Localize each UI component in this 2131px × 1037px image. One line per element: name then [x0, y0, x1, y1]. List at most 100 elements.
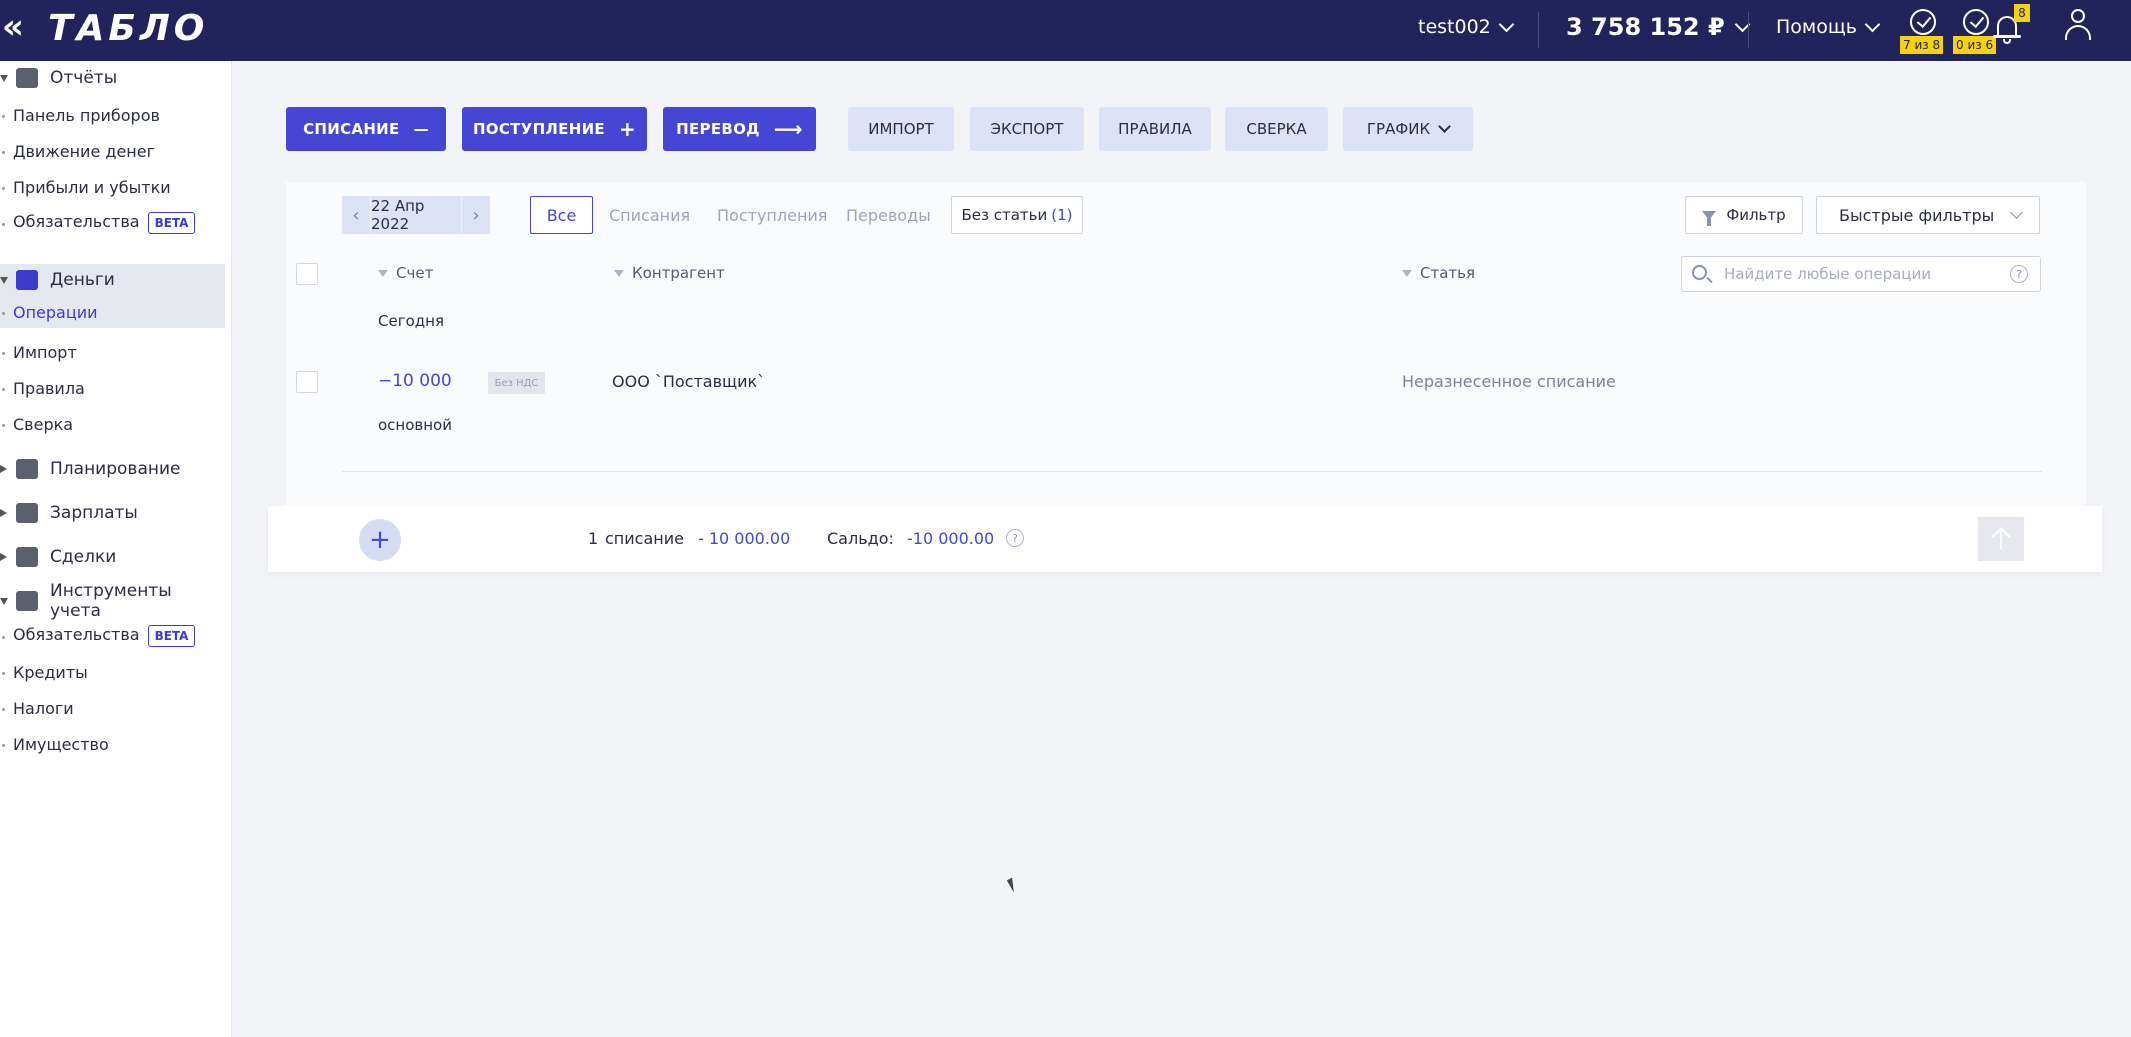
notifications-button[interactable]: 8 — [1990, 4, 2030, 50]
footer-saldo: -10 000.00 — [907, 529, 995, 548]
sidebar-group-reports[interactable]: Отчёты — [0, 64, 225, 92]
row-divider — [342, 471, 2042, 472]
server-icon — [16, 591, 38, 611]
profile-icon[interactable] — [2065, 8, 2091, 40]
footer-count: 1 — [588, 529, 599, 548]
sidebar-item-pnl[interactable]: Прибыли и убытки — [0, 173, 225, 201]
planning-icon — [16, 459, 38, 479]
tasks-count-badge: 7 из 8 — [1900, 36, 1944, 54]
sidebar-item-taxes[interactable]: Налоги — [0, 694, 225, 722]
filter-incomes-tab[interactable]: Поступления — [717, 196, 827, 234]
employee-badge-icon — [16, 503, 38, 523]
import-button[interactable]: ИМПОРТ — [848, 107, 954, 151]
sidebar-group-label: Деньги — [50, 270, 115, 290]
sidebar-item-cashflow[interactable]: Движение денег — [0, 137, 225, 165]
operation-account: основной — [378, 416, 452, 434]
rules-button[interactable]: ПРАВИЛА — [1099, 107, 1211, 151]
footer-saldo-label: Сальдо: — [827, 529, 894, 548]
beta-badge: BETA — [147, 212, 196, 234]
filter-icon — [378, 269, 388, 277]
schedule-dropdown[interactable]: ГРАФИК — [1343, 107, 1473, 151]
collapsed-icon — [0, 553, 7, 561]
help-label: Помощь — [1776, 16, 1857, 38]
chevron-down-icon — [1438, 120, 1451, 133]
sidebar: Отчёты Панель приборов Движение денег Пр… — [0, 61, 232, 1037]
export-button[interactable]: ЭКСПОРТ — [970, 107, 1084, 151]
beta-badge: BETA — [147, 625, 196, 647]
column-account[interactable]: Счет — [378, 264, 433, 282]
search-input[interactable] — [1724, 263, 2004, 285]
sidebar-item-reconcile[interactable]: Сверка — [0, 410, 225, 438]
user-name: test002 — [1418, 16, 1491, 38]
sidebar-group-salary[interactable]: Зарплаты — [0, 497, 225, 529]
column-counterparty[interactable]: Контрагент — [614, 264, 725, 282]
sidebar-item-tools-liabilities[interactable]: Обязательства BETA — [0, 622, 225, 650]
no-category-count: (1) — [1051, 206, 1073, 224]
sidebar-item-operations[interactable]: Операции — [0, 296, 225, 328]
add-operation-button[interactable]: + — [359, 519, 401, 561]
expand-icon — [0, 598, 8, 605]
chevron-down-icon — [1864, 16, 1881, 32]
filter-button[interactable]: Фильтр — [1685, 196, 1803, 234]
logo[interactable]: ТАБЛО — [48, 9, 208, 49]
balance-dropdown[interactable]: 3 758 152 ₽ — [1566, 13, 1750, 41]
sidebar-group-tools[interactable]: Инструменты учета — [0, 581, 225, 621]
sidebar-item-liabilities[interactable]: Обязательства BETA — [0, 209, 225, 237]
chevron-down-icon — [2010, 206, 2023, 219]
operation-amount[interactable]: −10 000 — [378, 371, 452, 391]
mouse-cursor — [1006, 877, 1020, 893]
divider — [1748, 12, 1749, 48]
check-circle-icon — [1910, 9, 1936, 35]
bar-chart-icon — [16, 68, 38, 88]
sidebar-item-rules[interactable]: Правила — [0, 374, 225, 402]
help-dropdown[interactable]: Помощь — [1776, 16, 1881, 38]
arrow-right-icon: ⟶ — [773, 117, 803, 141]
operation-counterparty[interactable]: ООО `Поставщик` — [612, 372, 765, 391]
sidebar-item-credits[interactable]: Кредиты — [0, 658, 225, 686]
user-account-dropdown[interactable]: test002 — [1418, 16, 1515, 38]
date-picker[interactable]: 22 Апр 2022 — [370, 196, 462, 234]
balance-value: 3 758 152 ₽ — [1566, 13, 1725, 41]
sidebar-item-import[interactable]: Импорт — [0, 338, 225, 366]
income-button[interactable]: ПОСТУПЛЕНИЕ + — [462, 107, 647, 151]
prev-date-button[interactable]: ‹ — [342, 196, 370, 234]
tasks-button[interactable]: 7 из 8 — [1900, 8, 1944, 56]
transfer-button[interactable]: ПЕРЕВОД ⟶ — [663, 107, 816, 151]
notifications-badge: 8 — [2014, 4, 2030, 22]
next-date-button[interactable]: › — [462, 196, 490, 234]
search-icon — [1692, 265, 1707, 280]
filter-all-tab[interactable]: Все — [530, 196, 593, 234]
sidebar-group-money[interactable]: Деньги — [0, 264, 225, 296]
operation-category[interactable]: Неразнесенное списание — [1402, 372, 1616, 391]
minus-icon: — — [413, 120, 429, 138]
top-bar: « ТАБЛО test002 3 758 152 ₽ Помощь 7 из … — [0, 0, 2131, 61]
collapsed-icon — [0, 465, 7, 473]
writeoff-button[interactable]: СПИСАНИЕ — — [286, 107, 446, 151]
sidebar-group-deals[interactable]: Сделки — [0, 541, 225, 573]
help-icon[interactable]: ? — [2010, 265, 2028, 283]
operations-footer — [268, 506, 2102, 572]
vat-badge: Без НДС — [488, 372, 545, 394]
quick-filters-dropdown[interactable]: Быстрые фильтры — [1816, 196, 2040, 234]
sidebar-group-planning[interactable]: Планирование — [0, 453, 225, 485]
scroll-top-button[interactable] — [1978, 517, 2024, 561]
no-category-filter[interactable]: Без статьи (1) — [951, 196, 1083, 234]
plus-icon: + — [618, 117, 637, 141]
filter-transfers-tab[interactable]: Переводы — [846, 196, 931, 234]
collapsed-icon — [0, 509, 7, 517]
filter-icon — [1402, 269, 1412, 277]
funnel-icon — [1702, 210, 1717, 226]
collapse-sidebar-icon[interactable]: « — [2, 10, 24, 44]
row-checkbox[interactable] — [296, 371, 318, 393]
expand-icon — [0, 277, 8, 284]
briefcase-icon — [16, 547, 38, 567]
reconcile-button[interactable]: СВЕРКА — [1225, 107, 1328, 151]
help-icon[interactable]: ? — [1006, 529, 1024, 547]
date-navigator: ‹ 22 Апр 2022 › — [342, 196, 490, 234]
sidebar-item-dashboard[interactable]: Панель приборов — [0, 101, 225, 129]
column-category[interactable]: Статья — [1402, 264, 1475, 282]
group-today-label: Сегодня — [378, 312, 444, 330]
select-all-checkbox[interactable] — [296, 263, 318, 285]
filter-writeoffs-tab[interactable]: Списания — [609, 196, 690, 234]
sidebar-item-property[interactable]: Имущество — [0, 730, 225, 758]
